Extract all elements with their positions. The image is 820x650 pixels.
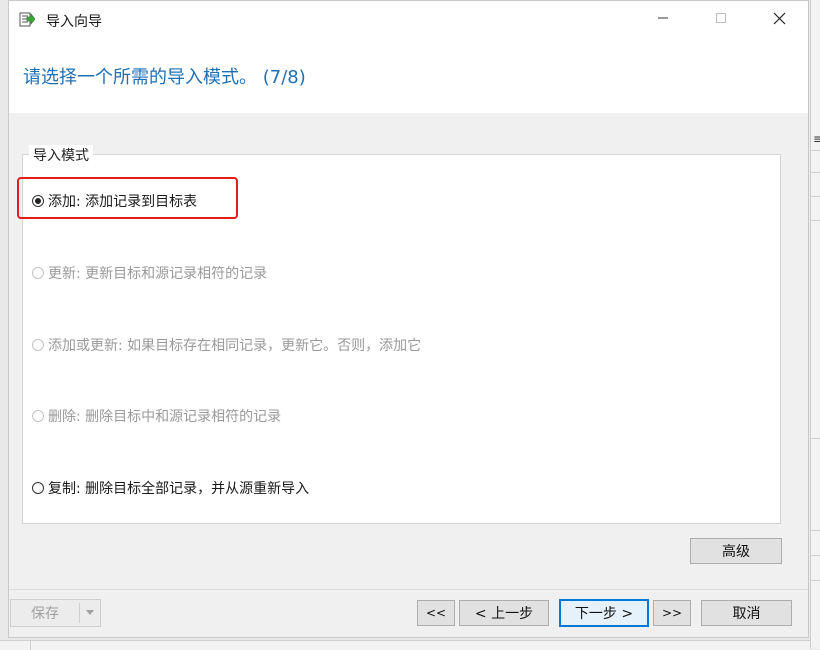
title-bar: 导入向导 <box>9 1 808 39</box>
radio-copy-label: 复制: 删除目标全部记录，并从源重新导入 <box>48 481 310 497</box>
import-mode-legend: 导入模式 <box>29 145 93 165</box>
background-menu-glyph: ≡ <box>813 132 820 146</box>
radio-button <box>32 339 44 351</box>
import-wizard-icon <box>19 11 36 27</box>
radio-button <box>32 267 44 279</box>
radio-update-label: 更新: 更新目标和源记录相符的记录 <box>48 266 268 282</box>
radio-update: 更新: 更新目标和源记录相符的记录 <box>32 263 267 283</box>
window-title: 导入向导 <box>46 14 102 30</box>
last-step-button[interactable]: >> <box>653 600 691 626</box>
save-button-label: 保存 <box>31 606 59 622</box>
first-step-button[interactable]: << <box>417 600 455 626</box>
radio-append-or-update: 添加或更新: 如果目标存在相同记录，更新它。否则，添加它 <box>32 335 421 355</box>
close-icon <box>773 12 786 29</box>
minimize-icon <box>657 12 669 28</box>
previous-step-button[interactable]: < 上一步 <box>459 600 549 626</box>
radio-copy[interactable]: 复制: 删除目标全部记录，并从源重新导入 <box>32 478 309 498</box>
radio-append-or-update-label: 添加或更新: 如果目标存在相同记录，更新它。否则，添加它 <box>48 338 422 354</box>
radio-delete-label: 删除: 删除目标中和源记录相符的记录 <box>48 409 282 425</box>
next-step-button[interactable]: 下一步 > <box>559 599 649 627</box>
save-button: 保存 <box>10 599 101 627</box>
close-button[interactable] <box>750 1 808 39</box>
background-app-edge: ≡ <box>810 0 820 649</box>
cancel-button[interactable]: 取消 <box>701 600 792 626</box>
advanced-button[interactable]: 高级 <box>690 538 782 564</box>
radio-button[interactable] <box>32 482 44 494</box>
minimize-button[interactable] <box>634 1 692 39</box>
radio-delete: 删除: 删除目标中和源记录相符的记录 <box>32 406 281 426</box>
chevron-down-icon <box>80 609 100 617</box>
wizard-step-heading: 请选择一个所需的导入模式。 (7/8) <box>23 67 306 88</box>
highlight-annotation <box>17 177 238 219</box>
radio-button <box>32 410 44 422</box>
maximize-button[interactable] <box>692 1 750 39</box>
maximize-icon <box>715 12 727 28</box>
